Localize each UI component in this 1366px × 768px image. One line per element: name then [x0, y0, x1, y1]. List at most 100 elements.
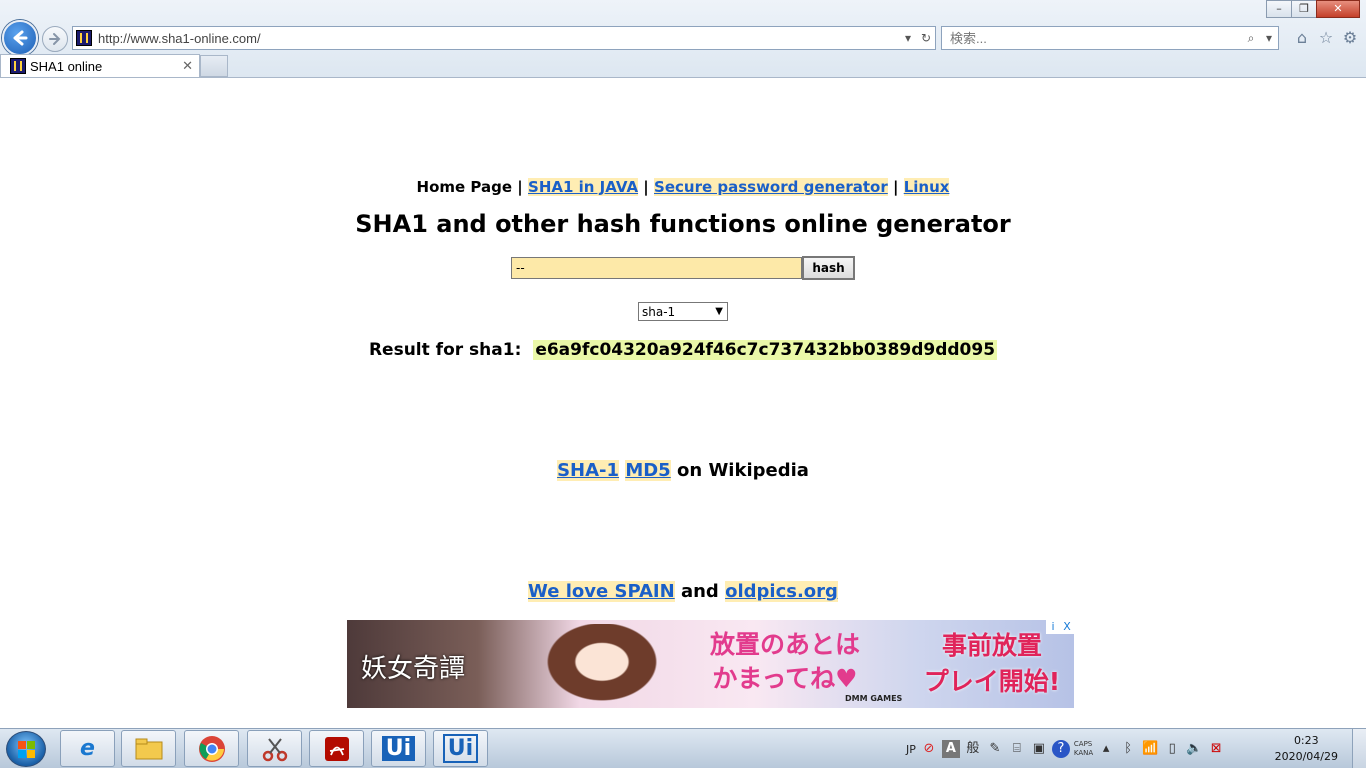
top-nav: Home Page | SHA1 in JAVA | Secure passwo…: [0, 178, 1366, 196]
hash-form: hash: [511, 256, 855, 280]
search-icon[interactable]: ⌕: [1242, 31, 1260, 46]
taskbar-file-explorer[interactable]: [121, 730, 176, 767]
show-desktop-button[interactable]: [1352, 729, 1366, 768]
ad-close-icon[interactable]: X: [1060, 620, 1074, 634]
taskbar-acrobat[interactable]: [309, 730, 364, 767]
link-sha1-wikipedia[interactable]: SHA-1: [557, 460, 620, 481]
taskbar: e Ui Ui JP ⊘ A 般 ✎ ⌸ ▣ ? CAPS KANA ▴ ᛒ 📶…: [0, 728, 1366, 768]
signal-icon[interactable]: 📶: [1141, 740, 1159, 758]
usb-device-icon[interactable]: ▯: [1163, 740, 1181, 758]
site-favicon-icon: [76, 30, 92, 46]
nav-link-linux[interactable]: Linux: [903, 178, 950, 196]
restore-button[interactable]: ❐: [1291, 0, 1317, 18]
wikipedia-suffix: on Wikipedia: [677, 460, 809, 481]
taskbar-snipping-tool[interactable]: [247, 730, 302, 767]
result-label: Result for sha1:: [368, 340, 522, 360]
chrome-icon: [198, 735, 225, 762]
ime-dictionary-icon[interactable]: ⌸: [1008, 740, 1026, 758]
web-page: Home Page | SHA1 in JAVA | Secure passwo…: [0, 78, 1366, 728]
ad-choices: i X: [1046, 620, 1074, 634]
ad-banner[interactable]: 妖女奇譚 放置のあとは かまってね♥ DMM GAMES 事前放置 プレイ開始!…: [347, 620, 1074, 708]
ad-cta: 事前放置 プレイ開始!: [917, 628, 1067, 700]
link-we-love-spain[interactable]: We love SPAIN: [528, 581, 675, 602]
chevron-down-icon: ▼: [715, 306, 723, 317]
clock[interactable]: 0:23 2020/04/29: [1275, 733, 1338, 765]
link-oldpics[interactable]: oldpics.org: [725, 581, 838, 602]
ad-info-icon[interactable]: i: [1046, 620, 1060, 634]
ad-cta-line2: プレイ開始!: [923, 667, 1061, 696]
volume-icon[interactable]: 🔈: [1185, 740, 1203, 758]
url-text[interactable]: http://www.sha1-online.com/: [98, 31, 899, 46]
start-button[interactable]: [6, 731, 46, 767]
tab-favicon-icon: [10, 58, 26, 74]
clock-date: 2020/04/29: [1274, 750, 1338, 763]
nav-separator: |: [643, 178, 649, 196]
windows-logo-icon: [17, 740, 35, 758]
search-input[interactable]: [942, 30, 1242, 46]
tab-close-icon[interactable]: ✕: [182, 59, 193, 74]
partner-and: and: [680, 581, 719, 602]
help-icon[interactable]: ?: [1051, 740, 1070, 758]
tab-strip: SHA1 online ✕: [0, 54, 228, 78]
new-tab-button[interactable]: [200, 55, 228, 77]
language-indicator[interactable]: JP: [906, 743, 916, 756]
uipath-outline-icon: Ui: [442, 734, 479, 763]
settings-gear-icon[interactable]: ⚙: [1340, 28, 1360, 48]
kana-label: KANA: [1073, 749, 1094, 757]
tab-sha1-online[interactable]: SHA1 online ✕: [0, 54, 200, 77]
tab-title: SHA1 online: [30, 58, 103, 74]
minimize-button[interactable]: –: [1266, 0, 1292, 18]
partner-links: We love SPAIN and oldpics.org: [0, 581, 1366, 602]
show-hidden-icons-icon[interactable]: ▴: [1097, 740, 1115, 758]
taskbar-chrome[interactable]: [184, 730, 239, 767]
caps-kana-indicator: CAPS KANA: [1074, 740, 1093, 758]
bluetooth-icon[interactable]: ᛒ: [1119, 740, 1137, 758]
taskbar-internet-explorer[interactable]: e: [60, 730, 115, 767]
wikipedia-line: SHA-1 MD5 on Wikipedia: [0, 460, 1366, 481]
result-hash: e6a9fc04320a924f46c7c737432bb0389d9dd095: [533, 340, 998, 360]
algorithm-selected-value: sha-1: [642, 304, 676, 319]
nav-separator: |: [892, 178, 899, 196]
home-icon[interactable]: ⌂: [1292, 28, 1312, 48]
ad-brand: DMM GAMES: [845, 694, 903, 703]
refresh-icon[interactable]: ↻: [917, 31, 935, 45]
address-bar[interactable]: http://www.sha1-online.com/ ▾ ↻: [72, 26, 936, 50]
nav-link-password-generator[interactable]: Secure password generator: [654, 178, 888, 196]
pdf-icon: [324, 736, 349, 761]
dropdown-arrow-icon[interactable]: ▾: [899, 31, 917, 45]
result-line: Result for sha1: e6a9fc04320a924f46c7c73…: [0, 340, 1366, 360]
back-button[interactable]: [2, 20, 38, 56]
scissors-icon: [262, 737, 287, 761]
back-arrow-icon: [13, 30, 28, 46]
ime-mode-icon[interactable]: 般: [964, 740, 982, 758]
ad-game-logo: 妖女奇譚: [361, 654, 466, 684]
hash-button[interactable]: hash: [802, 256, 855, 280]
system-tray: JP ⊘ A 般 ✎ ⌸ ▣ ? CAPS KANA ▴ ᛒ 📶 ▯ 🔈 ⊠: [906, 729, 1225, 768]
search-dropdown-icon[interactable]: ▾: [1260, 31, 1278, 45]
nav-link-sha1-java[interactable]: SHA1 in JAVA: [528, 178, 639, 196]
close-window-button[interactable]: ✕: [1316, 0, 1360, 18]
ad-tagline-line1: 放置のあとは: [709, 630, 860, 659]
toolbar-icons: ⌂ ☆ ⚙: [1292, 28, 1360, 48]
browser-chrome: – ❐ ✕ http://www.sha1-online.com/ ▾ ↻ ⌕ …: [0, 0, 1366, 78]
link-md5-wikipedia[interactable]: MD5: [625, 460, 671, 481]
forward-button[interactable]: [42, 26, 68, 52]
search-box[interactable]: ⌕ ▾: [941, 26, 1279, 50]
network-icon[interactable]: ⊠: [1207, 740, 1225, 758]
antivirus-icon[interactable]: ⊘: [920, 740, 938, 758]
page-title: SHA1 and other hash functions online gen…: [355, 210, 1011, 238]
ime-settings-icon[interactable]: ▣: [1030, 740, 1048, 758]
ad-cta-line1: 事前放置: [941, 631, 1042, 660]
ad-tagline: 放置のあとは かまってね♥: [685, 628, 885, 696]
hash-input[interactable]: [511, 257, 802, 279]
favorites-star-icon[interactable]: ☆: [1316, 28, 1336, 48]
ime-mode-a-icon[interactable]: A: [941, 740, 960, 758]
nav-home: Home Page: [416, 178, 513, 196]
ad-character-image: [537, 624, 667, 708]
taskbar-uipath-robot[interactable]: Ui: [433, 730, 488, 767]
algorithm-select[interactable]: sha-1 ▼: [638, 302, 728, 321]
uipath-icon: Ui: [381, 736, 416, 761]
taskbar-uipath-studio[interactable]: Ui: [371, 730, 426, 767]
ad-tagline-line2: かまってね♥: [712, 664, 858, 693]
ime-tool-icon[interactable]: ✎: [986, 740, 1004, 758]
